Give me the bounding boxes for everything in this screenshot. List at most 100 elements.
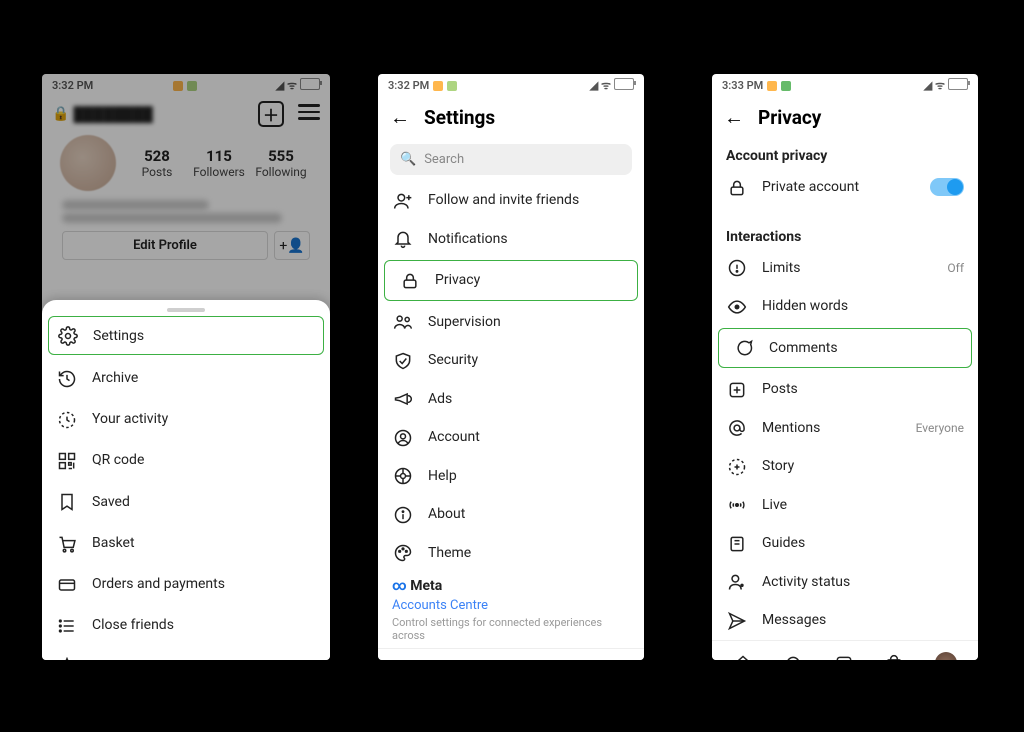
send-icon (726, 610, 748, 631)
settings-item-account[interactable]: Account (378, 418, 644, 457)
guides-icon (726, 533, 748, 554)
privacy-item-activity-status[interactable]: Activity status (712, 563, 978, 602)
nav-search[interactable] (784, 651, 804, 660)
privacy-label: Activity status (762, 574, 850, 590)
bottom-nav (378, 648, 644, 660)
settings-item-follow-invite[interactable]: Follow and invite friends (378, 181, 644, 220)
clock-icon (56, 409, 78, 430)
settings-item-supervision[interactable]: Supervision (378, 303, 644, 342)
page-title: Privacy (758, 106, 821, 129)
gear-icon (57, 325, 79, 346)
privacy-item-posts[interactable]: Posts (712, 370, 978, 409)
menu-item-orders[interactable]: Orders and payments (42, 564, 330, 605)
status-dot-icon (447, 81, 457, 91)
menu-item-qr[interactable]: QR code (42, 440, 330, 481)
privacy-item-hidden-words[interactable]: Hidden words (712, 287, 978, 326)
info-icon (392, 504, 414, 525)
back-button[interactable]: ← (724, 105, 744, 130)
bookmark-icon (56, 491, 78, 512)
nav-home[interactable] (733, 651, 753, 660)
menu-label: QR code (92, 452, 144, 468)
settings-label: Account (428, 429, 480, 445)
settings-label: Supervision (428, 314, 501, 330)
status-bar: 3:33 PM ◢ ᯤ (712, 74, 978, 97)
nav-shop[interactable] (884, 651, 904, 660)
nav-home[interactable] (399, 659, 419, 660)
card-icon (56, 574, 78, 595)
search-placeholder: Search (424, 152, 464, 167)
settings-label: Help (428, 468, 457, 484)
cart-icon (56, 532, 78, 553)
comment-icon (733, 338, 755, 359)
palette-icon (392, 543, 414, 564)
accounts-centre-link[interactable]: Accounts Centre (392, 598, 630, 613)
settings-item-security[interactable]: Security (378, 341, 644, 380)
privacy-item-mentions[interactable]: Mentions Everyone (712, 409, 978, 448)
nav-reels[interactable] (500, 659, 520, 660)
settings-label: Notifications (428, 231, 508, 247)
profile-menu-sheet: Settings Archive Your activity QR code S… (42, 300, 330, 660)
menu-item-activity[interactable]: Your activity (42, 399, 330, 440)
battery-icon (948, 78, 968, 90)
search-input[interactable]: 🔍 Search (390, 144, 632, 175)
privacy-label: Posts (762, 381, 798, 397)
back-button[interactable]: ← (390, 105, 410, 130)
activity-icon (726, 572, 748, 593)
privacy-item-comments[interactable]: Comments (718, 328, 972, 369)
menu-label: Saved (92, 494, 130, 510)
privacy-item-live[interactable]: Live (712, 486, 978, 525)
settings-label: Follow and invite friends (428, 192, 579, 208)
menu-label: Favourites (92, 659, 157, 660)
menu-item-close-friends[interactable]: Close friends (42, 605, 330, 646)
menu-item-basket[interactable]: Basket (42, 522, 330, 563)
shield-icon (392, 350, 414, 371)
privacy-label: Limits (762, 260, 800, 276)
settings-item-notifications[interactable]: Notifications (378, 220, 644, 259)
nav-reels[interactable] (834, 651, 854, 660)
privacy-item-messages[interactable]: Messages (712, 601, 978, 640)
page-header: ← Privacy (712, 97, 978, 138)
menu-label: Your activity (92, 411, 168, 427)
menu-item-saved[interactable]: Saved (42, 481, 330, 522)
lock-icon (726, 177, 748, 198)
privacy-item-story[interactable]: Story (712, 447, 978, 486)
page-title: Settings (424, 106, 495, 129)
menu-label: Orders and payments (92, 576, 225, 592)
nav-profile[interactable] (935, 652, 957, 660)
privacy-label: Comments (769, 340, 838, 356)
privacy-value: Off (947, 261, 964, 275)
privacy-label: Story (762, 458, 794, 474)
settings-item-help[interactable]: Help (378, 457, 644, 496)
menu-item-settings[interactable]: Settings (48, 316, 324, 355)
settings-item-ads[interactable]: Ads (378, 380, 644, 419)
privacy-label: Messages (762, 612, 826, 628)
privacy-label: Hidden words (762, 298, 848, 314)
meta-logo: ∞ Meta (392, 578, 630, 594)
history-icon (56, 367, 78, 388)
screenshot-settings: 3:32 PM ◢ ᯤ ← Settings 🔍 Search Follow a… (378, 74, 644, 660)
screenshot-privacy: 3:33 PM ◢ ᯤ ← Privacy Account privacy Pr… (712, 74, 978, 660)
privacy-item-limits[interactable]: Limits Off (712, 249, 978, 288)
nav-search[interactable] (450, 659, 470, 660)
section-account-privacy: Account privacy (712, 138, 978, 168)
privacy-item-guides[interactable]: Guides (712, 524, 978, 563)
menu-item-archive[interactable]: Archive (42, 357, 330, 398)
settings-item-theme[interactable]: Theme (378, 534, 644, 573)
settings-label: Privacy (435, 272, 480, 288)
privacy-item-private-account[interactable]: Private account (712, 168, 978, 207)
private-toggle[interactable] (930, 178, 964, 196)
settings-item-about[interactable]: About (378, 495, 644, 534)
privacy-label: Guides (762, 535, 805, 551)
screenshot-profile-sheet: 3:32 PM ◢ ᯤ 🔒 ████████ ＋ 528 Posts 115 F… (42, 74, 330, 660)
nav-shop[interactable] (550, 659, 570, 660)
star-icon (56, 656, 78, 660)
live-icon (726, 495, 748, 516)
page-header: ← Settings (378, 97, 644, 138)
help-icon (392, 466, 414, 487)
status-time: 3:32 PM (388, 79, 429, 92)
settings-item-privacy[interactable]: Privacy (384, 260, 638, 301)
sheet-handle[interactable] (167, 308, 205, 312)
menu-item-favourites[interactable]: Favourites (42, 646, 330, 660)
battery-icon (614, 78, 634, 90)
privacy-label: Live (762, 497, 787, 513)
